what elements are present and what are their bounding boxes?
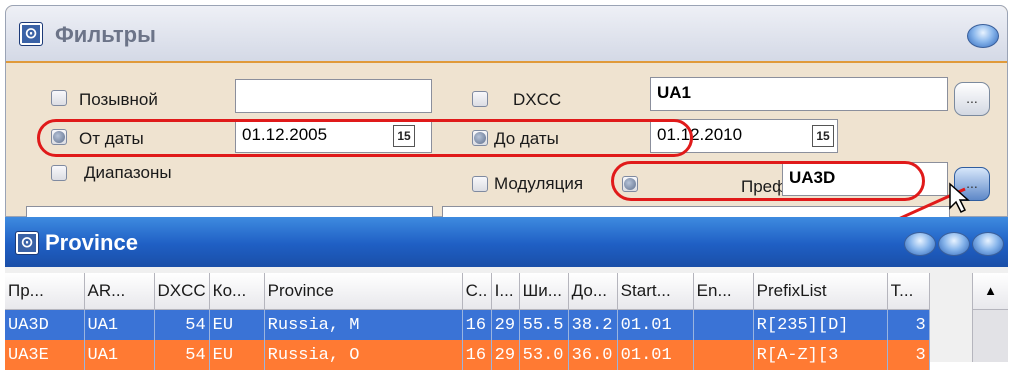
table-cell: 01.01 <box>617 340 693 370</box>
table-cell: EU <box>209 340 264 370</box>
table-cell: EU <box>209 310 264 341</box>
table-row[interactable]: UA3EUA154EURussia, O162953.036.001.01 R[A… <box>5 340 929 370</box>
dxcc-browse-button[interactable]: ... <box>954 82 990 116</box>
table-cell: Russia, M <box>264 310 462 341</box>
column-header[interactable]: Ко... <box>209 273 264 310</box>
table-cell: 16 <box>462 340 491 370</box>
table-cell: 29 <box>491 310 519 341</box>
column-header[interactable]: DXCC <box>154 273 209 310</box>
from-date-label: От даты <box>79 129 144 149</box>
table-cell: 36.0 <box>568 340 617 370</box>
column-header[interactable]: Ши... <box>519 273 568 310</box>
table-cell: 53.0 <box>519 340 568 370</box>
province-titlebar: ⊙ Province <box>5 217 1008 267</box>
column-header[interactable]: En... <box>693 273 753 310</box>
table-cell: 29 <box>491 340 519 370</box>
table-cell <box>693 310 753 341</box>
scroll-up-arrow-icon[interactable]: ▲ <box>973 273 1008 310</box>
table-cell: 38.2 <box>568 310 617 341</box>
bands-checkbox[interactable] <box>51 165 67 181</box>
column-header[interactable]: Start... <box>617 273 693 310</box>
table-cell: 3 <box>887 340 929 370</box>
column-header[interactable]: PrefixList <box>753 273 887 310</box>
province-grid[interactable]: Пр...AR...DXCCКо...ProvinceC..I...Ши...Д… <box>5 273 930 370</box>
column-header[interactable]: T... <box>887 273 929 310</box>
app-icon: ⊙ <box>19 22 43 46</box>
table-cell: R[A-Z][3 <box>753 340 887 370</box>
grid-header-row: Пр...AR...DXCCКо...ProvinceC..I...Ши...Д… <box>5 273 929 310</box>
dxcc-checkbox[interactable] <box>472 91 488 107</box>
app-icon: ⊙ <box>15 231 39 255</box>
dxcc-label: DXCC <box>513 90 561 110</box>
prefix-label: Преф <box>741 177 786 197</box>
bands-label: Диапазоны <box>84 163 172 183</box>
mouse-pointer-icon <box>948 182 972 214</box>
filters-title: Фильтры <box>55 22 156 48</box>
mode-label: Модуляция <box>494 174 583 194</box>
column-header[interactable]: C.. <box>462 273 491 310</box>
table-cell <box>693 340 753 370</box>
column-header[interactable]: Пр... <box>5 273 84 310</box>
calendar-icon[interactable]: 15 <box>812 125 834 147</box>
filters-titlebar: ⊙ Фильтры <box>6 6 1007 63</box>
table-cell: 55.5 <box>519 310 568 341</box>
from-date-checkbox[interactable] <box>51 129 67 145</box>
callsign-label: Позывной <box>79 90 158 110</box>
column-header[interactable]: I... <box>491 273 519 310</box>
to-date-checkbox[interactable] <box>472 130 488 146</box>
to-date-label: До даты <box>494 129 559 149</box>
close-orb-button[interactable] <box>972 232 1004 256</box>
table-cell: UA1 <box>84 340 154 370</box>
table-cell: UA3D <box>5 310 84 341</box>
grid-body: UA3DUA154EURussia, M162955.538.201.01 R[2… <box>5 310 929 370</box>
vertical-scrollbar[interactable]: ▲ <box>972 273 1008 362</box>
calendar-icon[interactable]: 15 <box>393 125 415 147</box>
table-cell: R[235][D] <box>753 310 887 341</box>
column-header[interactable]: До... <box>568 273 617 310</box>
table-cell: 01.01 <box>617 310 693 341</box>
table-cell: 54 <box>154 340 209 370</box>
table-cell: 54 <box>154 310 209 341</box>
window-orb-button[interactable] <box>967 24 999 48</box>
prefix-checkbox[interactable] <box>622 176 638 192</box>
maximize-orb-button[interactable] <box>938 232 970 256</box>
province-title: Province <box>45 230 138 256</box>
callsign-input[interactable] <box>235 79 432 113</box>
table-cell: Russia, O <box>264 340 462 370</box>
minimize-orb-button[interactable] <box>904 232 936 256</box>
column-header[interactable]: Province <box>264 273 462 310</box>
province-window: ⊙ Province Пр...AR...DXCCКо...ProvinceC.… <box>5 217 1008 362</box>
dxcc-input[interactable]: UA1 <box>650 77 948 111</box>
table-cell: UA1 <box>84 310 154 341</box>
table-row[interactable]: UA3DUA154EURussia, M162955.538.201.01 R[2… <box>5 310 929 341</box>
to-date-input[interactable]: 01.12.2010 <box>650 119 838 153</box>
callsign-checkbox[interactable] <box>51 90 67 106</box>
table-cell: 16 <box>462 310 491 341</box>
column-header[interactable]: AR... <box>84 273 154 310</box>
table-cell: UA3E <box>5 340 84 370</box>
table-cell: 3 <box>887 310 929 341</box>
mode-checkbox[interactable] <box>472 176 488 192</box>
